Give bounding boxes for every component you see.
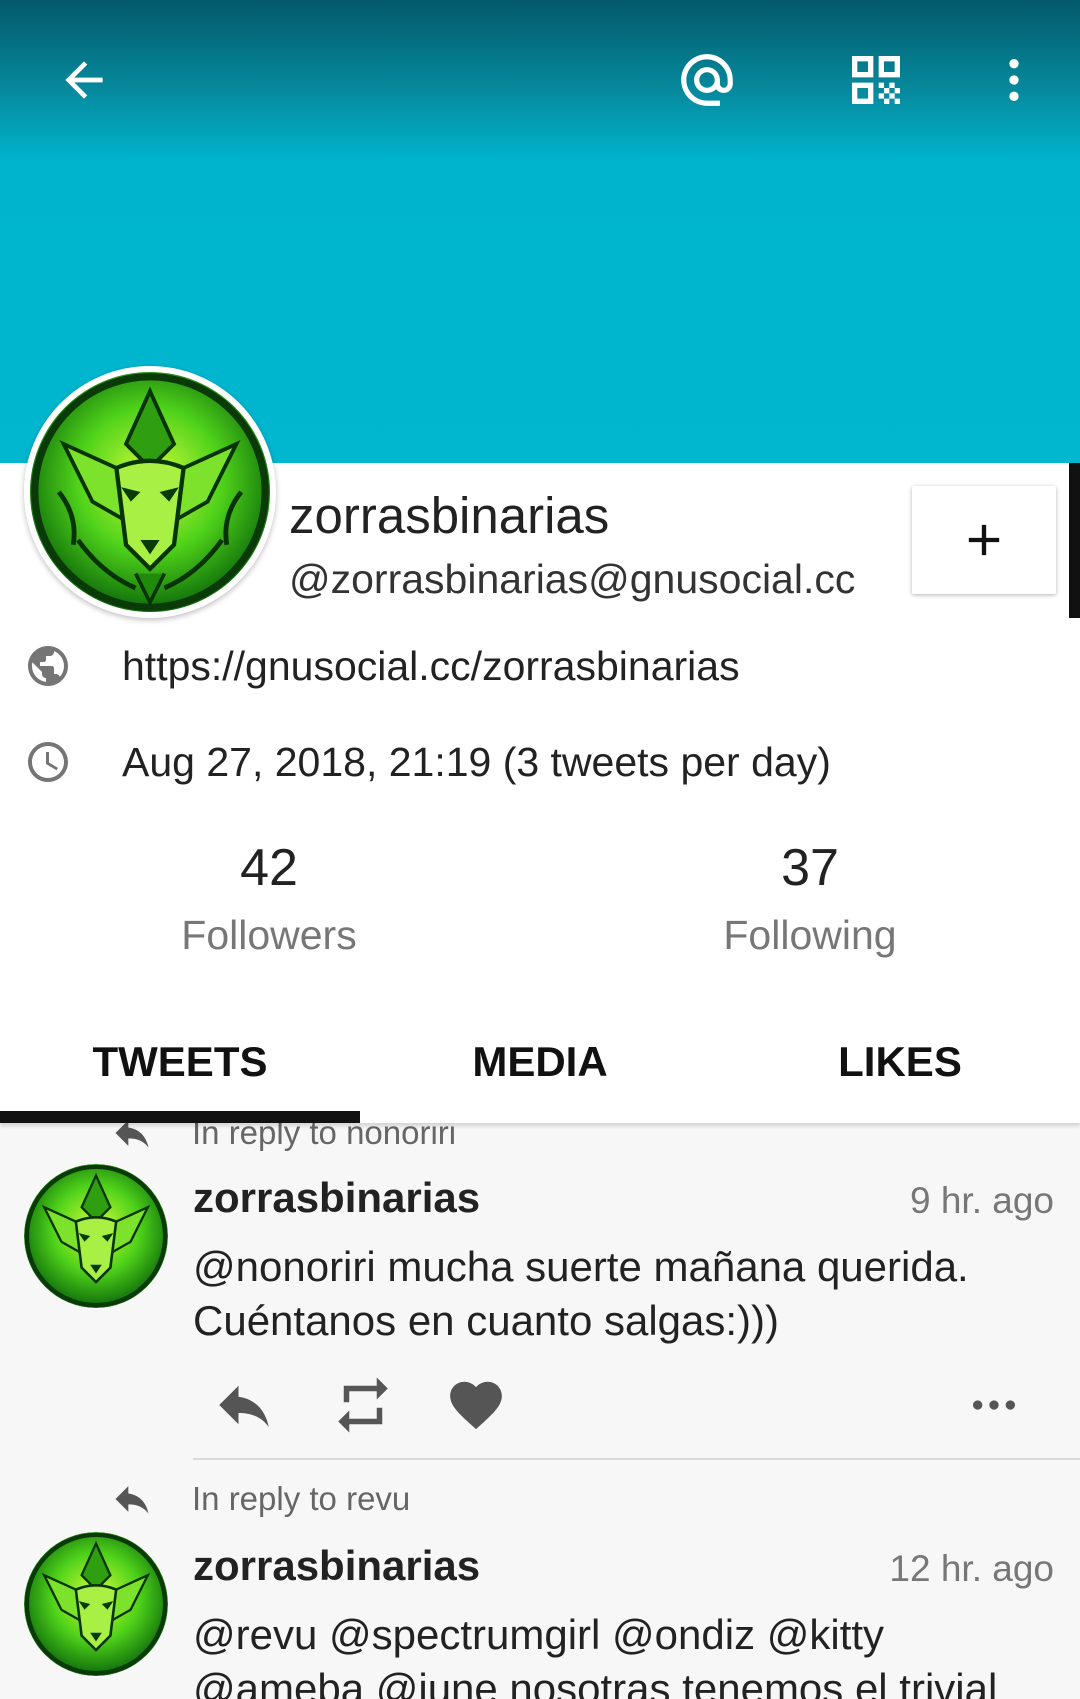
tab-likes[interactable]: LIKES	[720, 1000, 1080, 1123]
fox-mandala-avatar-image	[24, 1532, 168, 1676]
scroll-edge-indicator	[1069, 463, 1080, 618]
tweet-1-author[interactable]: zorrasbinarias	[193, 1174, 480, 1222]
profile-tabs: TWEETS MEDIA LIKES	[0, 1000, 1080, 1123]
tweet-2-author[interactable]: zorrasbinarias	[193, 1542, 480, 1590]
qr-code-icon	[852, 56, 900, 104]
overflow-menu-button[interactable]	[974, 40, 1054, 120]
heart-icon	[450, 1381, 502, 1430]
back-arrow-icon	[65, 61, 103, 99]
following-count: 37	[781, 839, 839, 897]
profile-screen-name: @zorrasbinarias@gnusocial.cc	[289, 556, 856, 602]
profile-joined-text: Aug 27, 2018, 21:19 (3 tweets per day)	[122, 738, 831, 785]
followers-label: Followers	[181, 912, 357, 958]
profile-display-name: zorrasbinarias	[289, 487, 610, 544]
mention-button[interactable]	[667, 40, 747, 120]
tweet-1-retweet-button[interactable]	[330, 1375, 396, 1435]
tweet-2-text: @revu @spectrumgirl @ondiz @kitty @ameba…	[193, 1611, 998, 1699]
tweet-divider	[193, 1458, 1080, 1460]
retweet-icon	[338, 1377, 388, 1433]
tweet-2-time: 12 hr. ago	[889, 1548, 1054, 1589]
fox-mandala-avatar-image	[30, 372, 270, 612]
tweet-1-time: 9 hr. ago	[909, 1180, 1054, 1221]
qr-code-button[interactable]	[836, 40, 916, 120]
tab-media[interactable]: MEDIA	[360, 1000, 720, 1123]
active-tab-indicator	[0, 1111, 360, 1123]
plus-icon	[968, 524, 1000, 556]
tweet-2-reply-context: In reply to revu	[110, 1477, 410, 1521]
reply-context-icon	[115, 1486, 149, 1514]
tweet-1-like-button[interactable]	[445, 1375, 507, 1435]
followers-count: 42	[240, 839, 298, 897]
tweet-1-text: @nonoriri mucha suerte mañana querida. C…	[193, 1243, 969, 1344]
follow-button[interactable]	[912, 486, 1056, 594]
tweet-1-avatar[interactable]	[24, 1164, 168, 1308]
overflow-menu-icon	[1009, 59, 1019, 101]
back-button[interactable]	[44, 40, 124, 120]
tab-tweets[interactable]: TWEETS	[0, 1000, 360, 1123]
mention-at-icon	[681, 54, 733, 106]
followers-stat[interactable]: 42 Followers	[119, 838, 419, 959]
profile-avatar[interactable]	[24, 366, 276, 618]
globe-icon	[28, 646, 68, 686]
tweet-1-more-button[interactable]	[966, 1375, 1022, 1435]
tweet-2-reply-to[interactable]: In reply to revu	[192, 1480, 410, 1518]
tweet-1-actions	[193, 1375, 1063, 1435]
tweet-1-reply-button[interactable]	[211, 1375, 277, 1435]
profile-joined-row: Aug 27, 2018, 21:19 (3 tweets per day)	[24, 738, 831, 786]
profile-url-row[interactable]: https://gnusocial.cc/zorrasbinarias	[24, 642, 740, 690]
tweet-2-avatar[interactable]	[24, 1532, 168, 1676]
more-horizontal-icon	[973, 1400, 1015, 1410]
clock-icon	[28, 742, 68, 782]
following-stat[interactable]: 37 Following	[660, 838, 960, 959]
fox-mandala-avatar-image	[24, 1164, 168, 1308]
following-label: Following	[723, 912, 897, 958]
reply-icon	[219, 1385, 269, 1427]
profile-url-link[interactable]: https://gnusocial.cc/zorrasbinarias	[122, 643, 740, 690]
